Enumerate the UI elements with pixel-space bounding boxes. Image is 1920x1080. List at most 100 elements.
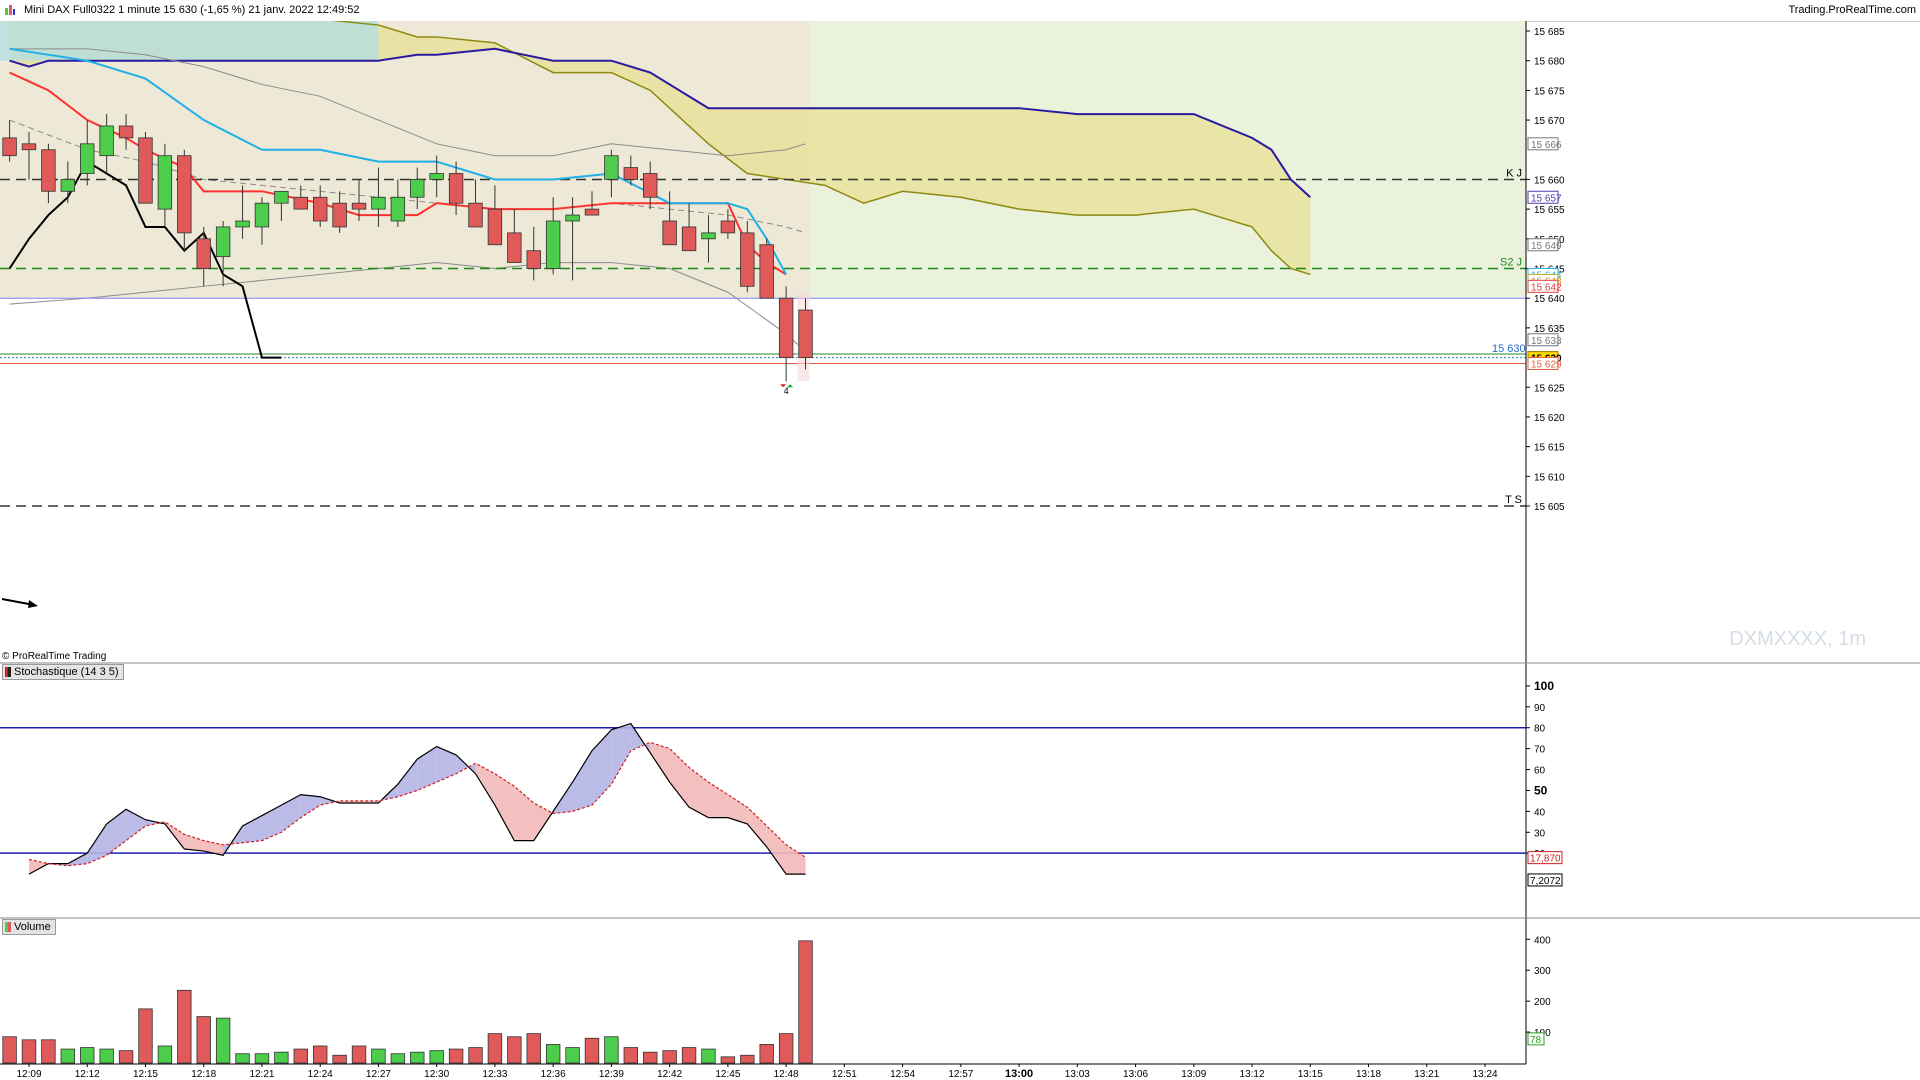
time-tick-label: 12:39 — [599, 1069, 624, 1080]
stoch-tick-label: 80 — [1534, 724, 1546, 735]
price-tick-label: 15 675 — [1534, 86, 1565, 97]
stoch-fill — [436, 746, 457, 783]
candle-body — [720, 220, 736, 234]
volume-bar — [235, 1053, 250, 1064]
volume-bar — [254, 1053, 270, 1064]
volume-bar — [701, 1048, 716, 1064]
candle-body — [778, 297, 794, 358]
volume-bar — [371, 1048, 386, 1064]
candle-body — [740, 232, 755, 287]
volume-bar — [138, 1008, 153, 1064]
volume-bar — [390, 1053, 406, 1064]
volume-icon — [5, 922, 11, 932]
volume-panel-label[interactable]: Volume — [2, 919, 56, 935]
chart-canvas[interactable]: K J S2 J T S 15 630 4 15 685 15 680 15 675 15 67… — [0, 21, 1920, 1080]
volume-bar — [2, 1036, 17, 1064]
candle-body — [545, 220, 561, 269]
pivot-level-label: T S — [1505, 494, 1522, 506]
stoch-fill — [475, 763, 495, 806]
volume-bar — [313, 1045, 328, 1064]
candle-body — [60, 179, 76, 192]
candle-body — [118, 125, 134, 139]
stoch-fill — [242, 815, 262, 843]
title-bar: Mini DAX Full0322 1 minute 15 630 (-1,65… — [0, 0, 1920, 22]
time-tick-label: 12:18 — [191, 1069, 216, 1080]
price-lower-bg — [0, 298, 1526, 518]
candle-body — [2, 137, 17, 157]
stoch-fill — [708, 782, 728, 818]
stoch-fill — [533, 803, 554, 841]
candle-body — [487, 208, 503, 246]
price-tick-label: 15 640 — [1534, 294, 1565, 305]
volume-bar — [332, 1054, 347, 1064]
stochastic-icon — [5, 667, 11, 677]
candle-body — [507, 232, 522, 263]
window-title: Mini DAX Full0322 1 minute 15 630 (-1,65… — [24, 4, 360, 16]
ichimoku-cloud-bull — [0, 21, 379, 61]
volume-last-value: 78 — [1530, 1035, 1542, 1046]
time-tick-label: 12:15 — [133, 1069, 158, 1080]
candle-body — [468, 202, 483, 228]
candle-body — [798, 309, 813, 358]
volume-bar — [584, 1037, 600, 1064]
time-tick-label: 13:09 — [1181, 1069, 1206, 1080]
candle-body — [565, 214, 580, 222]
stoch-tick-label: 60 — [1534, 766, 1546, 777]
volume-bar — [429, 1050, 444, 1064]
time-tick-label: 13:18 — [1356, 1069, 1381, 1080]
candle-body — [681, 226, 697, 252]
volume-label: Volume — [14, 921, 51, 933]
price-tag-label: 15 642 — [1531, 282, 1562, 293]
candle-body — [584, 208, 600, 216]
stochastic-label: Stochastique (14 3 5) — [14, 666, 119, 678]
candle-body — [215, 226, 231, 258]
stoch-fill — [87, 823, 107, 864]
time-tick-label: 12:54 — [890, 1069, 915, 1080]
price-tag-label: 15 649 — [1531, 241, 1562, 252]
volume-bar — [468, 1047, 483, 1064]
candle-body — [99, 125, 114, 157]
time-tick-label: 12:57 — [948, 1069, 973, 1080]
time-tick-label: 13:00 — [1005, 1068, 1033, 1080]
volume-bar — [507, 1036, 522, 1064]
volume-tick-label: 400 — [1534, 935, 1551, 946]
chart-app-icon — [5, 5, 15, 15]
candle-body — [293, 196, 308, 210]
volume-bar — [662, 1050, 677, 1064]
volume-bar — [80, 1047, 95, 1064]
stoch-k-value: 7,2072 — [1530, 876, 1561, 887]
time-tick-label: 13:21 — [1414, 1069, 1439, 1080]
volume-bar — [196, 1016, 211, 1064]
price-tick-label: 15 605 — [1534, 502, 1565, 513]
brand-link[interactable]: Trading.ProRealTime.com — [1788, 4, 1916, 16]
price-tag-label: 15 629 — [1531, 360, 1562, 371]
time-tick-label: 12:45 — [715, 1069, 740, 1080]
candle-body — [390, 196, 406, 222]
volume-bar — [351, 1045, 367, 1064]
stoch-tick-label: 70 — [1534, 745, 1546, 756]
signal-count-label: 4 — [784, 386, 789, 396]
time-tick-label: 12:21 — [249, 1069, 274, 1080]
time-tick-label: 12:36 — [541, 1069, 566, 1080]
stoch-tick-label: 100 — [1534, 679, 1554, 693]
volume-bar — [448, 1048, 464, 1064]
time-tick-label: 12:27 — [366, 1069, 391, 1080]
price-marker-label: 15 630 — [1492, 343, 1526, 355]
time-tick-label: 12:42 — [657, 1069, 682, 1080]
volume-tick-label: 200 — [1534, 997, 1551, 1008]
candle-body — [662, 220, 677, 246]
volume-bar — [41, 1039, 56, 1064]
volume-bar — [681, 1047, 697, 1064]
candle-body — [526, 250, 541, 269]
candle-body — [429, 173, 444, 180]
stoch-tick-label: 90 — [1534, 703, 1546, 714]
time-tick-label: 12:09 — [16, 1069, 41, 1080]
volume-bar — [177, 989, 192, 1064]
stochastic-panel-label[interactable]: Stochastique (14 3 5) — [2, 664, 124, 680]
price-tick-label: 15 670 — [1534, 116, 1565, 127]
stoch-d-value: 17,870 — [1530, 854, 1561, 865]
volume-bar — [99, 1048, 114, 1064]
time-tick-label: 13:12 — [1240, 1069, 1265, 1080]
candle-body — [21, 143, 37, 151]
candle-body — [235, 220, 250, 228]
